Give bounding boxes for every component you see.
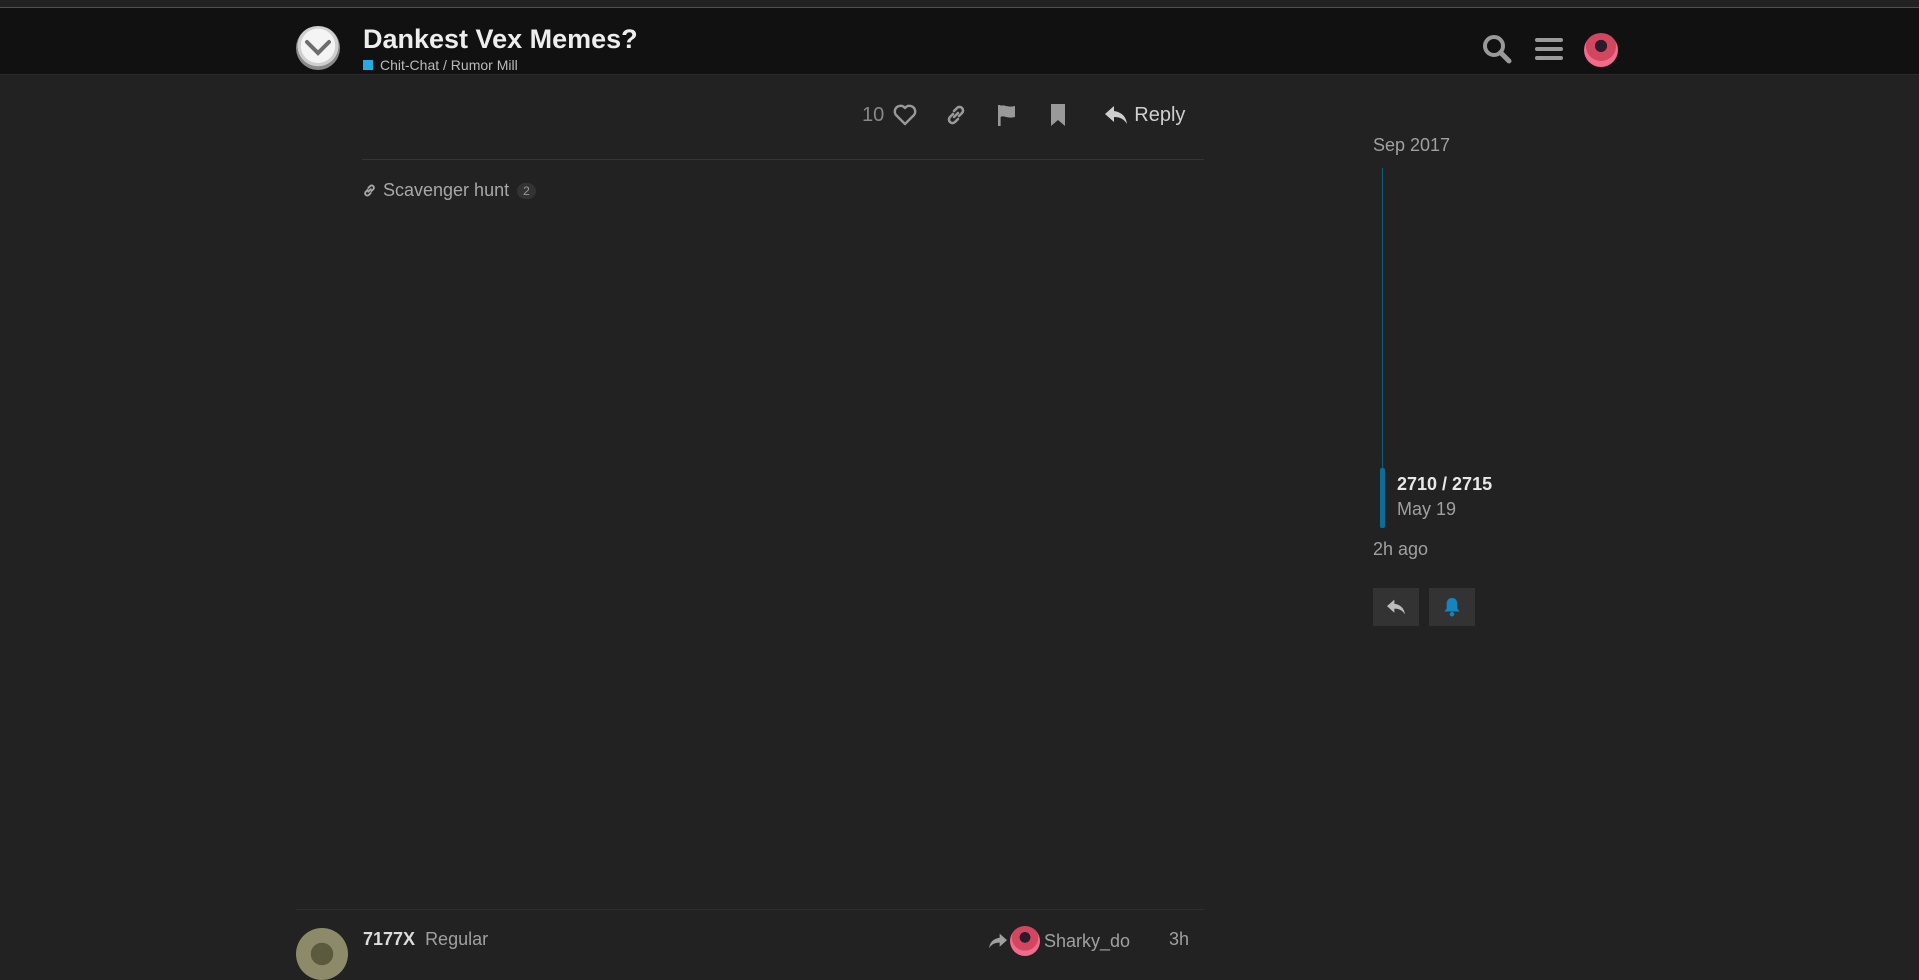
timeline-reply-button[interactable] — [1373, 588, 1419, 626]
copy-link-button[interactable] — [941, 100, 971, 130]
current-user-avatar[interactable] — [1584, 33, 1618, 67]
topic-title[interactable]: Dankest Vex Memes? — [363, 24, 638, 55]
timeline-start-date[interactable]: Sep 2017 — [1373, 135, 1450, 156]
menu-button[interactable] — [1532, 32, 1566, 66]
bookmark-button[interactable] — [1043, 100, 1073, 130]
reply-to-avatar — [1010, 926, 1040, 956]
bell-icon — [1444, 598, 1460, 617]
post-author-avatar[interactable] — [296, 928, 348, 980]
search-icon — [1483, 35, 1512, 64]
post-actions: 10 Reply — [862, 100, 1185, 130]
timeline-end-date[interactable]: 2h ago — [1373, 539, 1428, 560]
post-separator — [296, 909, 1204, 910]
post-author: 7177X Regular — [363, 929, 488, 950]
post-time[interactable]: 3h — [1169, 929, 1189, 950]
timeline-position: 2710 / 2715 — [1397, 474, 1493, 494]
linked-topic-title: Scavenger hunt — [383, 180, 510, 200]
linked-topic[interactable]: Scavenger hunt 2 — [362, 180, 536, 201]
notification-button[interactable] — [1429, 588, 1475, 626]
timeline-track[interactable] — [1382, 168, 1383, 468]
timeline-scroll-handle[interactable] — [1380, 468, 1385, 528]
reply-button[interactable]: Reply — [1104, 104, 1185, 127]
like-count[interactable]: 10 — [862, 104, 884, 127]
link-icon — [364, 184, 375, 197]
timeline-position-date: May 19 — [1397, 499, 1457, 519]
reply-to-indicator[interactable]: Sharky_do — [988, 926, 1130, 956]
reply-label: Reply — [1134, 103, 1186, 126]
chevron-logo-icon — [305, 40, 331, 56]
hamburger-menu-icon — [1535, 38, 1563, 60]
linked-topic-count: 2 — [517, 182, 536, 199]
reply-to-username: Sharky_do — [1044, 930, 1131, 951]
category-color-swatch — [363, 60, 373, 70]
like-button[interactable] — [890, 100, 920, 130]
post-author-title: Regular — [425, 929, 489, 949]
category-label: Chit-Chat / Rumor Mill — [380, 57, 518, 73]
bookmark-icon — [1051, 104, 1066, 126]
post-divider — [362, 159, 1204, 160]
site-logo[interactable] — [296, 26, 340, 70]
site-header: Dankest Vex Memes? Chit-Chat / Rumor Mil… — [0, 8, 1919, 75]
link-icon — [947, 105, 965, 125]
reply-icon — [1105, 106, 1128, 124]
search-button[interactable] — [1480, 32, 1514, 66]
flag-button[interactable] — [992, 100, 1022, 130]
reply-icon — [1387, 599, 1405, 615]
post-author-name[interactable]: 7177X — [363, 929, 415, 950]
share-reply-icon — [989, 933, 1007, 949]
heart-icon — [893, 104, 917, 126]
topic-category[interactable]: Chit-Chat / Rumor Mill — [363, 57, 518, 73]
flag-icon — [998, 105, 1016, 126]
